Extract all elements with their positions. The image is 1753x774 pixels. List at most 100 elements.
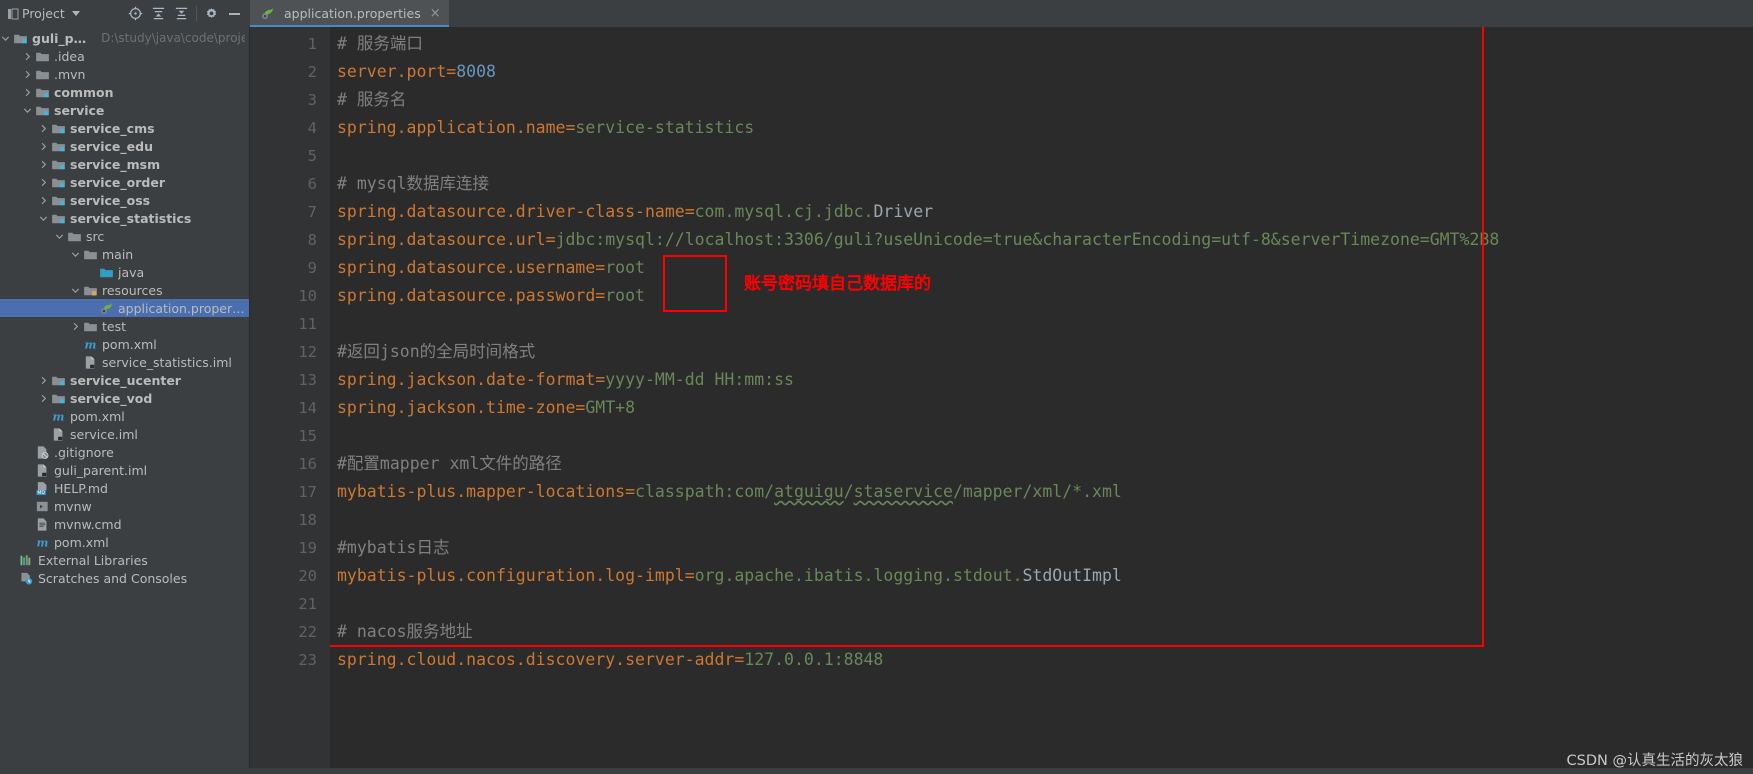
tree-row-mvnw[interactable]: mvnw (0, 497, 249, 515)
tree-row-resources[interactable]: resources (0, 281, 249, 299)
markdown-icon: MD (34, 480, 50, 496)
code-line[interactable]: spring.datasource.driver-class-name=com.… (337, 198, 1753, 226)
tree-row-gitignore[interactable]: .gitignore (0, 443, 249, 461)
code-line[interactable]: #返回json的全局时间格式 (337, 338, 1753, 366)
chevron-down-icon[interactable] (54, 231, 65, 242)
tree-row-pom-xml[interactable]: m pom.xml (0, 335, 249, 353)
tree-item-label: src (86, 228, 105, 244)
chevron-right-icon[interactable] (38, 159, 49, 170)
locate-file-icon[interactable] (124, 2, 147, 25)
code-content[interactable]: 账号密码填自己数据库的 # 服务端口 server.port=8008 # 服务名 s… (330, 27, 1753, 768)
iml-icon (34, 462, 50, 478)
code-line[interactable]: mybatis-plus.mapper-locations=classpath:… (337, 478, 1753, 506)
tree-row-pom-xml[interactable]: m pom.xml (0, 407, 249, 425)
tree-row-service-ucenter[interactable]: service_ucenter (0, 371, 249, 389)
tree-row-service-edu[interactable]: service_edu (0, 137, 249, 155)
tab-application-properties[interactable]: application.properties × (250, 0, 449, 27)
chevron-down-icon[interactable] (70, 285, 81, 296)
chevron-right-icon[interactable] (38, 393, 49, 404)
tree-row-guli-parent-iml[interactable]: guli_parent.iml (0, 461, 249, 479)
tree-row-application-properties[interactable]: application.properties (0, 299, 249, 317)
tree-row-idea[interactable]: .idea (0, 47, 249, 65)
tree-row-mvn[interactable]: .mvn (0, 65, 249, 83)
tree-row-service[interactable]: service (0, 101, 249, 119)
chevron-right-icon[interactable] (38, 195, 49, 206)
tree-row-java[interactable]: java (0, 263, 249, 281)
tree-row-service-msm[interactable]: service_msm (0, 155, 249, 173)
main-area: guli_parent D:\study\java\code\project\g… (0, 27, 1753, 768)
tree-row-service-oss[interactable]: service_oss (0, 191, 249, 209)
chevron-right-icon[interactable] (38, 375, 49, 386)
tree-row-main[interactable]: main (0, 245, 249, 263)
folder-icon (82, 246, 98, 262)
code-line[interactable]: spring.application.name=service-statisti… (337, 114, 1753, 142)
tree-row-service-statistics[interactable]: service_statistics (0, 209, 249, 227)
tree-item-label: pom.xml (54, 534, 109, 550)
line-number: 6 (307, 175, 317, 193)
code-line[interactable]: server.port=8008 (337, 58, 1753, 86)
code-line[interactable]: # 服务端口 (337, 30, 1753, 58)
project-tool-window-header[interactable]: Project (0, 0, 250, 27)
tree-row-test[interactable]: test (0, 317, 249, 335)
chevron-right-icon[interactable] (22, 87, 33, 98)
chevron-right-icon[interactable] (38, 123, 49, 134)
chevron-right-icon[interactable] (22, 69, 33, 80)
code-line[interactable]: spring.jackson.date-format=yyyy-MM-dd HH… (337, 366, 1753, 394)
tree-row-common[interactable]: common (0, 83, 249, 101)
code-line[interactable] (337, 422, 1753, 450)
collapse-all-icon[interactable] (170, 2, 193, 25)
chevron-right-icon[interactable] (38, 141, 49, 152)
code-editor[interactable]: 1 2 3 4 5 6 7 8 9 10 11 12 13 14 15 16 17 18 19 20 21 22 23 账号… (250, 27, 1753, 768)
code-line[interactable] (337, 506, 1753, 534)
code-line[interactable]: # mysql数据库连接 (337, 170, 1753, 198)
chevron-right-icon[interactable] (38, 177, 49, 188)
maven-icon: m (82, 336, 98, 352)
code-line[interactable]: spring.datasource.username=root (337, 254, 1753, 282)
chevron-down-icon[interactable] (70, 249, 81, 260)
folder-icon (34, 48, 50, 64)
module-icon (34, 84, 50, 100)
tree-row-external-libraries[interactable]: External Libraries (0, 551, 249, 569)
tree-row-service-vod[interactable]: service_vod (0, 389, 249, 407)
code-line[interactable]: # 服务名 (337, 86, 1753, 114)
chevron-down-icon[interactable] (22, 105, 33, 116)
chevron-right-icon[interactable] (70, 321, 81, 332)
tree-row-mvnw-cmd[interactable]: mvnw.cmd (0, 515, 249, 533)
tree-row-src[interactable]: src (0, 227, 249, 245)
chevron-right-icon[interactable] (22, 51, 33, 62)
tree-item-label: .mvn (54, 66, 86, 82)
tree-row-pom-xml[interactable]: m pom.xml (0, 533, 249, 551)
tree-row-help-md[interactable]: MD HELP.md (0, 479, 249, 497)
chevron-down-icon[interactable] (71, 11, 80, 16)
tree-row-service-iml[interactable]: service.iml (0, 425, 249, 443)
tree-item-label: HELP.md (54, 480, 108, 496)
code-line[interactable]: spring.cloud.nacos.discovery.server-addr… (337, 646, 1753, 674)
svg-text:MD: MD (37, 490, 45, 496)
close-icon[interactable]: × (430, 7, 441, 20)
tree-row-root[interactable]: guli_parent D:\study\java\code\project\g… (0, 29, 249, 47)
tree-row-service-order[interactable]: service_order (0, 173, 249, 191)
tree-row-service-cms[interactable]: service_cms (0, 119, 249, 137)
tree-arrow-placeholder (86, 303, 97, 314)
code-line[interactable]: #配置mapper xml文件的路径 (337, 450, 1753, 478)
code-line[interactable]: # nacos服务地址 (337, 618, 1753, 646)
code-line[interactable] (337, 590, 1753, 618)
tree-arrow-placeholder (38, 411, 49, 422)
chevron-down-icon[interactable] (38, 213, 49, 224)
hide-panel-icon[interactable] (223, 2, 246, 25)
gear-icon[interactable] (200, 2, 223, 25)
expand-all-icon[interactable] (147, 2, 170, 25)
code-line[interactable]: spring.jackson.time-zone=GMT+8 (337, 394, 1753, 422)
code-line[interactable]: spring.datasource.url=jdbc:mysql://local… (337, 226, 1753, 254)
project-tree[interactable]: guli_parent D:\study\java\code\project\g… (0, 27, 250, 768)
code-line[interactable]: #mybatis日志 (337, 534, 1753, 562)
code-line[interactable]: spring.datasource.password=root (337, 282, 1753, 310)
chevron-down-icon[interactable] (0, 33, 11, 44)
line-number: 12 (298, 343, 317, 361)
status-bar (0, 768, 1753, 774)
code-line[interactable] (337, 310, 1753, 338)
tree-row-service-statistics-iml[interactable]: service_statistics.iml (0, 353, 249, 371)
tree-row-scratches-and-consoles[interactable]: Scratches and Consoles (0, 569, 249, 587)
code-line[interactable]: mybatis-plus.configuration.log-impl=org.… (337, 562, 1753, 590)
code-line[interactable] (337, 142, 1753, 170)
